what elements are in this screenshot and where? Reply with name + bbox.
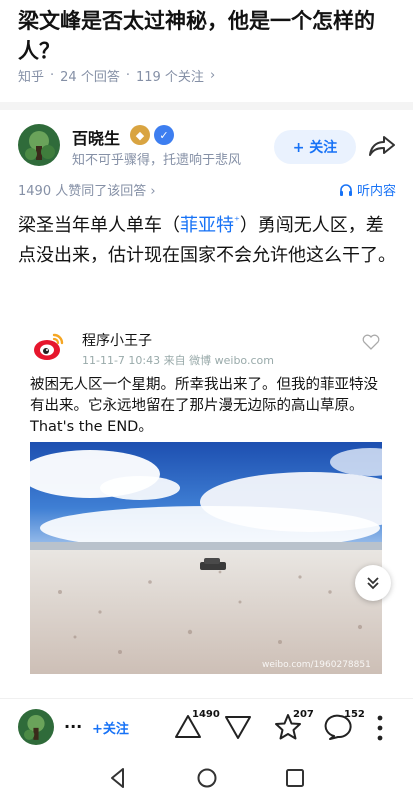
weibo-time-source: 11-11-7 10:43 来自 微博 weibo.com xyxy=(82,354,274,367)
headphones-icon xyxy=(339,183,352,196)
comment-count: 152 xyxy=(344,709,365,720)
chevron-double-down-icon xyxy=(367,577,379,590)
question-title[interactable]: 梁文峰是否太过神秘，他是一个怎样的人？ xyxy=(18,6,398,66)
source-label: 知乎 xyxy=(18,70,45,85)
section-divider xyxy=(0,102,413,110)
share-icon[interactable] xyxy=(368,134,396,158)
upvote-count: 1490 xyxy=(192,709,220,720)
author-row: 百晓生 ◆ ✓ 知不可乎骤得，托遗响于悲风 + 关注 xyxy=(18,124,398,170)
favorite-count: 207 xyxy=(293,709,314,720)
author-name-truncated: ... xyxy=(64,713,83,732)
avatar[interactable] xyxy=(18,709,54,745)
weibo-text: 被困无人区一个星期。所幸我出来了。但我的菲亚特没有出来。它永远地留在了那片漫无边… xyxy=(30,377,378,435)
topic-link-fiat[interactable]: 菲亚特⁺ xyxy=(180,214,240,236)
recents-icon[interactable] xyxy=(283,766,307,790)
agree-row: 1490 人赞同了该回答 › 听内容 xyxy=(18,180,396,199)
author-bio: 知不可乎骤得，托遗响于悲风 xyxy=(72,153,242,168)
more-menu-icon[interactable] xyxy=(377,715,383,741)
answer-text-start: 梁圣当年单人单车（ xyxy=(18,215,180,236)
agree-text[interactable]: 1490 人赞同了该回答 › xyxy=(18,184,156,199)
listen-button[interactable]: 听内容 xyxy=(339,180,396,199)
answer-text: 梁圣当年单人单车（菲亚特⁺）勇闯无人区，差点没出来，估计现在国家不会允许他这么干… xyxy=(18,206,398,271)
photo-watermark: weibo.com/1960278851 xyxy=(262,660,371,670)
listen-label: 听内容 xyxy=(356,184,396,199)
back-icon[interactable] xyxy=(106,766,130,790)
home-icon[interactable] xyxy=(195,766,219,790)
scroll-down-button[interactable] xyxy=(355,565,391,601)
downvote-icon[interactable] xyxy=(222,711,254,743)
chevron-right-icon: › xyxy=(209,68,216,83)
follow-button[interactable]: +关注 xyxy=(92,718,129,737)
author-name[interactable]: 百晓生 xyxy=(72,125,120,149)
weibo-logo-icon xyxy=(34,333,64,360)
verified-badge-icon: ✓ xyxy=(154,125,174,145)
system-nav-bar xyxy=(0,756,413,800)
level-badge-icon: ◆ xyxy=(130,125,150,145)
bottom-action-bar: ... +关注 1490 207 152 xyxy=(0,698,413,756)
answer-count: 24 个回答 xyxy=(60,70,120,85)
heart-icon xyxy=(362,334,380,350)
avatar[interactable] xyxy=(18,124,60,166)
follow-button[interactable]: + 关注 xyxy=(274,130,356,164)
weibo-username: 程序小王子 xyxy=(82,333,152,349)
follow-count: 119 个关注 xyxy=(135,70,204,85)
landscape-photo: weibo.com/1960278851 xyxy=(30,442,382,674)
question-meta[interactable]: 知乎 · 24 个回答 · 119 个关注 › xyxy=(18,66,215,85)
